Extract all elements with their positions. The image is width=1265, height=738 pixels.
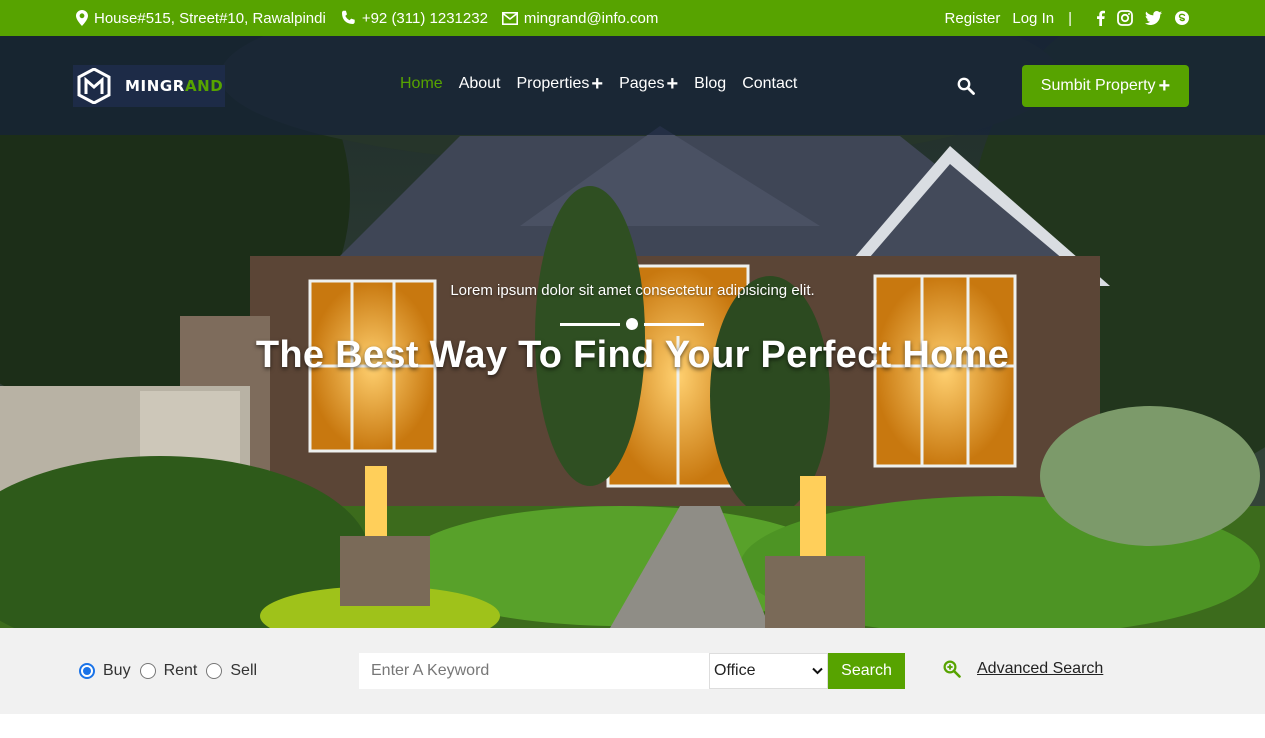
nav-home[interactable]: Home [400,75,443,93]
header-search-button[interactable] [957,77,975,100]
contact-info: House#515, Street#10, Rawalpindi +92 (31… [76,0,672,36]
radio-rent[interactable]: Rent [139,662,197,680]
search-button[interactable]: Search [828,653,905,689]
hero-divider [560,318,704,330]
property-search-bar: Buy Rent Sell Office Search Advanced Sea… [0,628,1265,714]
main-menu: Home About Properties + Pages + Blog Conta… [400,73,813,95]
advanced-search-label: Advanced Search [977,660,1104,677]
login-link[interactable]: Log In [1012,10,1054,27]
hero-section: MINGRAND Home About Properties + Pages + B… [0,36,1265,628]
listing-type-radios: Buy Rent Sell [79,662,266,680]
radio-button[interactable] [79,663,95,679]
advanced-search-link[interactable]: Advanced Search [943,660,1103,678]
register-link[interactable]: Register [945,10,1001,27]
hero-title: The Best Way To Find Your Perfect Home [255,334,1010,376]
plus-icon: + [1158,74,1171,97]
nav-contact[interactable]: Contact [742,75,797,93]
search-icon [957,77,975,95]
zoom-in-icon [943,660,961,678]
radio-sell[interactable]: Sell [206,662,257,680]
divider-dot [626,318,638,330]
email-item: mingrand@info.com [501,10,658,27]
nav-about[interactable]: About [459,75,501,93]
twitter-icon [1145,11,1162,25]
address-text: House#515, Street#10, Rawalpindi [94,9,326,27]
skype-icon [1175,11,1189,25]
separator: | [1068,9,1072,27]
address-item: House#515, Street#10, Rawalpindi [76,10,326,27]
plus-icon: + [666,73,679,95]
radio-button[interactable] [206,663,223,679]
plus-icon: + [591,73,604,95]
keyword-input[interactable] [359,653,709,689]
nav-pages[interactable]: Pages + [619,73,679,95]
chevron-down-icon [812,667,823,675]
hero-subtitle: Lorem ipsum dolor sit amet consectetur a… [450,282,815,299]
nav-properties[interactable]: Properties + [517,73,604,95]
phone-icon [341,10,355,24]
nav-blog[interactable]: Blog [694,75,726,93]
radio-buy[interactable]: Buy [79,662,131,680]
instagram-link[interactable] [1117,10,1133,26]
envelope-icon [501,11,518,25]
map-pin-icon [76,10,88,26]
account-links: Register Log In | [933,0,1190,36]
phone-text: +92 (311) 1231232 [361,9,488,27]
main-navbar: MINGRAND Home About Properties + Pages + B… [0,36,1265,135]
top-info-bar: House#515, Street#10, Rawalpindi +92 (31… [0,0,1265,36]
property-type-select[interactable]: Office [709,653,828,689]
skype-link[interactable] [1174,10,1190,26]
brand-name: MINGRAND [125,77,224,95]
facebook-link[interactable] [1096,10,1105,26]
email-text[interactable]: mingrand@info.com [524,10,658,27]
mingrand-logo-mark [77,68,111,104]
submit-property-button[interactable]: Sumbit Property + [1022,65,1189,107]
phone-item: +92 (311) 1231232 [340,10,488,27]
facebook-icon [1097,10,1105,26]
radio-button[interactable] [139,663,156,679]
brand-logo[interactable]: MINGRAND [73,65,225,107]
instagram-icon [1117,10,1133,26]
selected-type: Office [714,662,756,679]
twitter-link[interactable] [1145,11,1162,25]
